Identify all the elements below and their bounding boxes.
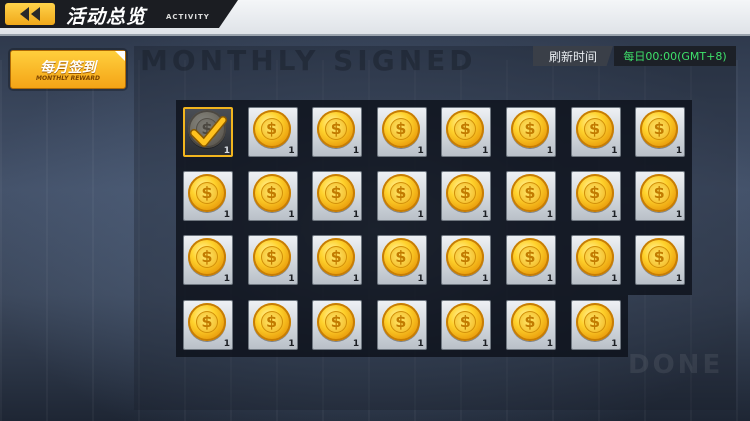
reward-quantity: 1 (223, 146, 230, 156)
gold-coin-icon (575, 110, 614, 148)
reward-quantity: 1 (288, 146, 295, 156)
refresh-time-value: 每日00:00(GMT+8) (614, 46, 736, 66)
reward-cell[interactable]: 1 (245, 168, 301, 224)
top-bar: 活动总览 ACTIVITY (0, 0, 750, 36)
reward-cell[interactable]: 1 (568, 104, 624, 160)
reward-cell[interactable]: 1 (180, 168, 236, 224)
reward-quantity: 1 (675, 210, 683, 221)
reward-cell[interactable]: 1 (632, 168, 688, 224)
reward-cell[interactable]: 1 (374, 232, 430, 288)
reward-cell[interactable]: 1 (180, 232, 236, 288)
double-chevron-left-icon (20, 7, 40, 21)
reward-quantity: 1 (482, 274, 489, 285)
reward-quantity: 1 (546, 274, 553, 285)
reward-quantity: 1 (288, 274, 295, 285)
gold-coin-icon (446, 302, 485, 341)
title-plate: 活动总览 ACTIVITY (0, 0, 238, 28)
reward-quantity: 1 (546, 210, 553, 221)
reward-cell[interactable]: 1 (374, 297, 430, 353)
reward-cell[interactable]: 1 (438, 297, 494, 353)
reward-cell[interactable]: 1 (438, 232, 494, 288)
reward-quantity: 1 (482, 338, 489, 349)
reward-quantity: 1 (675, 274, 683, 285)
reward-quantity: 1 (352, 338, 360, 349)
page-subtitle: ACTIVITY (166, 13, 210, 21)
reward-cell[interactable]: 1 (374, 168, 430, 224)
reward-quantity: 1 (675, 146, 683, 156)
reward-cell[interactable]: 1 (309, 297, 365, 353)
gold-coin-icon (252, 110, 291, 148)
reward-quantity: 1 (611, 274, 618, 285)
reward-cell[interactable]: 1 (438, 168, 494, 224)
tab-sub-label: MONTHLY REWARD (36, 75, 100, 82)
reward-quantity: 1 (288, 210, 295, 221)
reward-cell[interactable]: 1 (568, 168, 624, 224)
gold-coin-icon (575, 238, 614, 277)
reward-quantity: 1 (611, 210, 618, 221)
gold-coin-icon (317, 302, 356, 341)
reward-cell[interactable]: 1 (568, 297, 624, 353)
gold-coin-icon (640, 110, 679, 148)
reward-cell[interactable]: 1 (503, 168, 559, 224)
reward-cell[interactable]: 1 (374, 104, 430, 160)
reward-quantity: 1 (288, 338, 295, 349)
gold-coin-icon (252, 302, 291, 341)
reward-cell[interactable]: 1 (568, 232, 624, 288)
reward-cell[interactable]: 1 (180, 104, 236, 160)
reward-quantity: 1 (352, 210, 360, 221)
gold-coin-icon (317, 110, 356, 148)
reward-grid: 1 1 1 1 1 1 1 1 1 1 1 1 1 1 1 1 1 1 1 1 1 1 1 1 1 1 1 1 1 1 1 (180, 104, 688, 353)
gold-coin-icon (510, 110, 549, 148)
reward-quantity: 1 (482, 146, 489, 156)
reward-cell[interactable]: 1 (245, 297, 301, 353)
reward-cell[interactable]: 1 (632, 232, 688, 288)
tab-label: 每月签到 (40, 60, 96, 76)
reward-cell[interactable]: 1 (632, 104, 688, 160)
reward-quantity: 1 (417, 338, 424, 349)
reward-cell[interactable]: 1 (503, 232, 559, 288)
gold-coin-icon (252, 238, 291, 277)
reward-cell[interactable]: 1 (309, 232, 365, 288)
reward-quantity: 1 (352, 274, 360, 285)
reward-cell[interactable]: 1 (245, 232, 301, 288)
reward-quantity: 1 (223, 338, 230, 349)
reward-cell[interactable]: 1 (245, 104, 301, 160)
reward-quantity: 1 (417, 210, 424, 221)
reward-cell[interactable]: 1 (180, 297, 236, 353)
gold-coin-icon (381, 110, 420, 148)
gold-coin-icon (510, 174, 549, 213)
reward-cell[interactable]: 1 (309, 104, 365, 160)
reward-quantity: 1 (611, 338, 618, 349)
gold-coin-icon (252, 174, 291, 213)
reward-cell[interactable]: 1 (438, 104, 494, 160)
reward-quantity: 1 (417, 274, 424, 285)
refresh-time-label: 刷新时间 (533, 46, 613, 66)
gold-coin-icon (575, 174, 614, 213)
gold-coin-icon (381, 238, 420, 277)
page-title: 活动总览 (66, 6, 147, 28)
reward-quantity: 1 (417, 146, 424, 156)
reward-cell[interactable]: 1 (503, 104, 559, 160)
reward-quantity: 1 (611, 146, 618, 156)
gold-coin-icon (575, 302, 614, 341)
reward-quantity: 1 (546, 338, 553, 349)
gold-coin-icon (381, 302, 420, 341)
gold-coin-icon (188, 302, 226, 341)
monthly-reward-tab[interactable]: 每月签到 MONTHLY REWARD (10, 50, 126, 89)
reward-cell[interactable]: 1 (309, 168, 365, 224)
reward-quantity: 1 (223, 274, 230, 285)
reward-quantity: 1 (546, 146, 553, 156)
reward-quantity: 1 (223, 210, 230, 221)
reward-quantity: 1 (482, 210, 489, 221)
reward-cell[interactable]: 1 (503, 297, 559, 353)
gold-coin-icon (188, 174, 226, 213)
gold-coin-icon (510, 302, 549, 341)
reward-quantity: 1 (352, 146, 360, 156)
gold-coin-icon (381, 174, 420, 213)
back-button[interactable] (5, 3, 55, 25)
